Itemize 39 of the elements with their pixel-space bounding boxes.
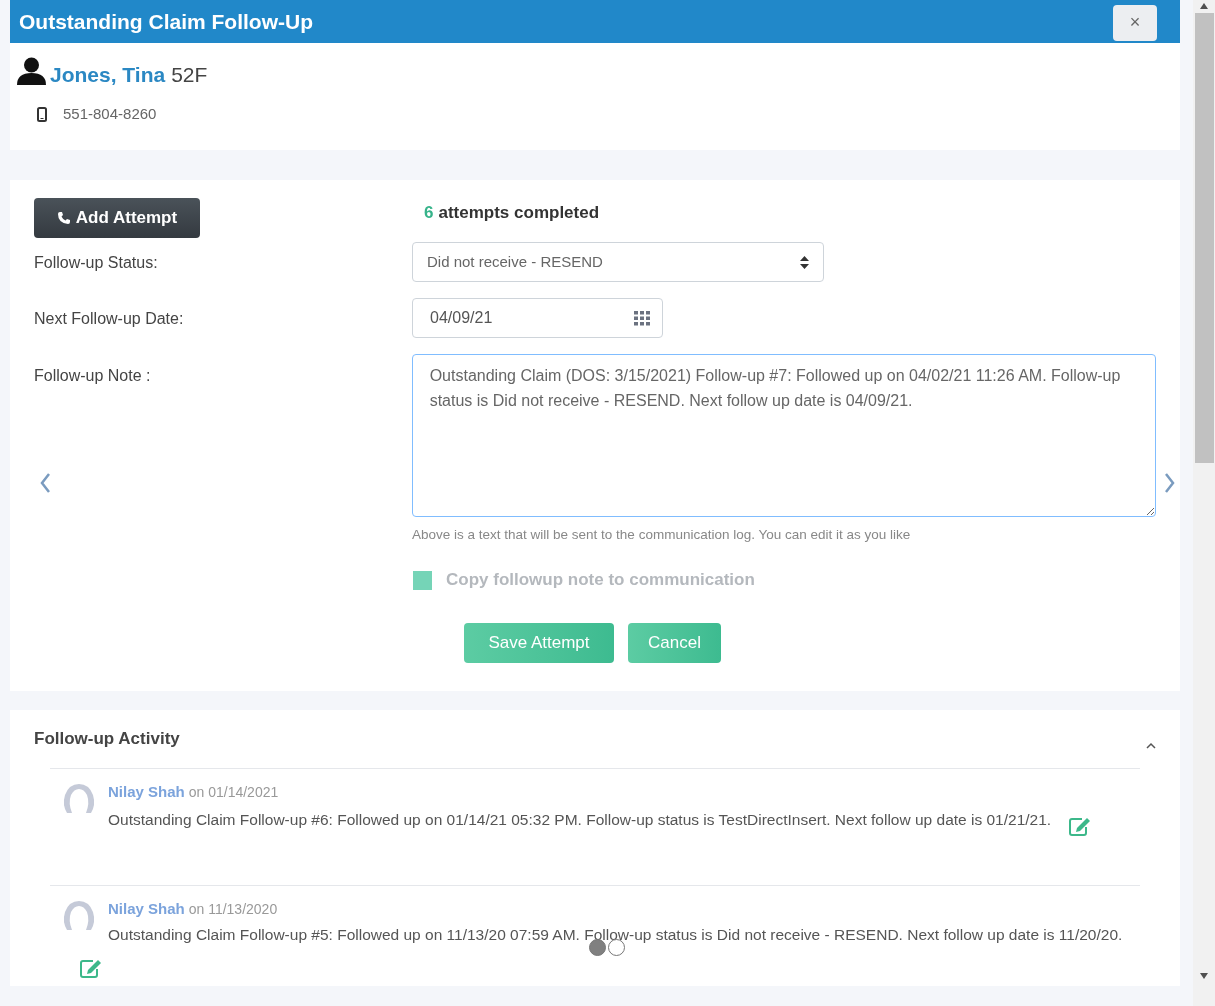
entry-date: on 01/14/2021: [188, 782, 279, 802]
field-label: Follow-up Status:: [34, 253, 159, 273]
avatar-icon: [62, 782, 96, 815]
edit-icon[interactable]: [80, 959, 102, 978]
close-button[interactable]: ×: [1113, 4, 1157, 41]
entry-text: Outstanding Claim Follow-up #5: Followed up on 11/13/20 07:59 AM. Follow-up status is Did not receive - RESEND. Next follow up date is 11/20/20.: [108, 926, 1123, 943]
field-label: Follow-up Note :: [34, 366, 152, 386]
chevron-up-icon[interactable]: [1146, 742, 1156, 750]
entry-text: Outstanding Claim Follow-up #6: Followed up on 01/14/21 05:32 PM. Follow-up status is TestDirectInsert. Next follow up date is 01/21/21.: [108, 810, 1052, 828]
scroll-up-icon[interactable]: [1199, 2, 1209, 10]
attempts-count: 6: [424, 202, 434, 224]
add-attempt-button[interactable]: Add Attempt: [34, 198, 200, 238]
chevron-right-icon[interactable]: [1164, 472, 1176, 494]
avatar-icon: [62, 899, 96, 932]
chevron-left-icon[interactable]: [39, 472, 51, 494]
window-title: Outstanding Claim Follow-Up: [19, 8, 313, 35]
author-link[interactable]: Nilay Shah: [108, 897, 185, 920]
edit-icon[interactable]: [1069, 817, 1092, 836]
field-label: Next Follow-up Date:: [34, 309, 185, 329]
sort-caret-icon: [800, 255, 809, 269]
entry-date: on 11/13/2020: [188, 899, 278, 919]
date-field[interactable]: 04/09/21: [412, 298, 663, 338]
mobile-phone-icon: [37, 106, 47, 122]
phone-number: 551-804-8260: [63, 104, 157, 124]
status-select[interactable]: Did not receive - RESEND: [412, 242, 824, 282]
phone-icon: [56, 211, 71, 225]
scrollbar-thumb[interactable]: [1194, 13, 1214, 463]
attempts-label: attempts completed: [438, 202, 600, 224]
scrollbar[interactable]: [1193, 0, 1215, 1006]
author-link[interactable]: Nilay Shah: [108, 780, 185, 803]
patient-name[interactable]: Jones, Tina: [50, 64, 166, 85]
calendar-grid-icon[interactable]: [634, 310, 650, 326]
person-icon: [17, 57, 46, 85]
patient-age-sex: 52F: [171, 64, 208, 85]
checkbox-label: Copy followup note to communication: [446, 569, 755, 592]
scroll-down-icon[interactable]: [1199, 972, 1209, 980]
section-title: Follow-up Activity: [34, 728, 180, 750]
hint-text: Above is a text that will be sent to the communication log. You can edit it as you like: [412, 526, 912, 544]
note-textarea[interactable]: Outstanding Claim (DOS: 3/15/2021) Follow-up #7: Followed up on 04/02/21 11:26 AM. Follow-up status is Did not receive - RESEND. Next follow up date is 04/09/21.: [411, 354, 1156, 517]
